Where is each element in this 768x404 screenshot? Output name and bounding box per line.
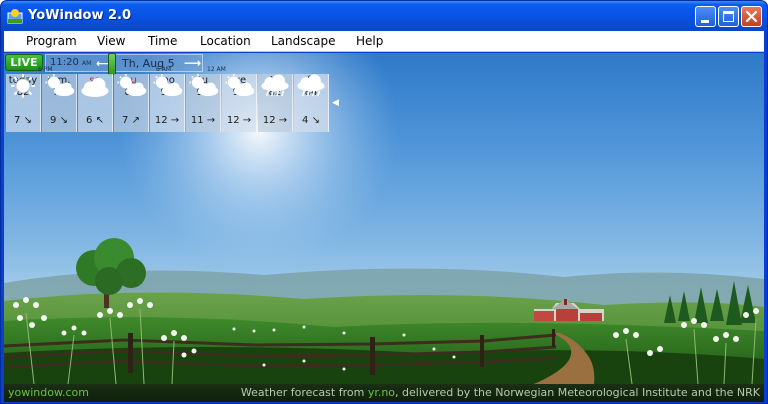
menu-landscape[interactable]: Landscape xyxy=(271,34,335,48)
close-button[interactable] xyxy=(741,6,762,27)
status-bar: yowindow.com Weather forecast from yr.no… xyxy=(4,384,764,402)
menu-view[interactable]: View xyxy=(97,34,125,48)
forecast-wind: 7 ↗ xyxy=(122,115,140,126)
forecast-wind: 11 → xyxy=(190,115,216,126)
forecast-day[interactable]: tu9311 → xyxy=(186,74,221,132)
forecast-wind: 12 → xyxy=(226,115,252,126)
cloud-rain-icon xyxy=(297,74,325,114)
collapse-arrow-icon[interactable]: ◀ xyxy=(332,98,342,112)
forecast-wind: 4 ↘ xyxy=(302,115,320,126)
forecast-wind: 7 ↘ xyxy=(14,115,32,126)
brand-link[interactable]: yowindow.com xyxy=(8,386,89,399)
menu-time[interactable]: Time xyxy=(148,34,177,48)
sun-icon xyxy=(11,74,35,114)
credit-text: Weather forecast from yr.no, delivered b… xyxy=(240,386,760,399)
minimize-icon xyxy=(701,20,709,23)
forecast-panel: today827 ↘tom.769 ↘sa726 ↖su807 ↗mo9012 … xyxy=(6,74,339,132)
sun-cloud-icon xyxy=(153,74,183,114)
arrow-right-icon[interactable]: ⟶ xyxy=(184,56,201,70)
forecast-day[interactable]: fr844 ↘ xyxy=(294,74,329,132)
maximize-button[interactable] xyxy=(718,6,739,27)
forecast-day[interactable]: su807 ↗ xyxy=(114,74,149,132)
menu-program[interactable]: Program xyxy=(26,34,77,48)
cloud-icon xyxy=(81,77,109,114)
maximize-icon xyxy=(723,11,734,22)
menu-location[interactable]: Location xyxy=(200,34,251,48)
app-window: YoWindow 2.0 Program View Time Location … xyxy=(0,0,768,404)
forecast-day[interactable]: mo9012 → xyxy=(150,74,185,132)
forecast-wind: 12 → xyxy=(262,115,288,126)
tick-label-6am: 6 AM xyxy=(156,66,172,73)
forecast-day[interactable]: sa726 ↖ xyxy=(78,74,113,132)
forecast-day[interactable]: tom.769 ↘ xyxy=(42,74,77,132)
tick-label-6pm: 6 PM xyxy=(38,66,53,73)
close-icon xyxy=(745,10,758,23)
current-time: 11:20 AM xyxy=(50,57,92,68)
sun-cloud-icon xyxy=(225,74,255,114)
forecast-wind: 6 ↖ xyxy=(86,115,104,126)
time-slider-handle[interactable] xyxy=(108,53,116,75)
window-title: YoWindow 2.0 xyxy=(28,8,132,23)
cloud-rain-icon xyxy=(261,74,289,114)
yowindow-app-icon xyxy=(7,9,23,24)
forecast-wind: 12 → xyxy=(154,115,180,126)
minimize-button[interactable] xyxy=(695,6,716,27)
title-bar[interactable]: YoWindow 2.0 xyxy=(1,1,767,31)
time-slider[interactable]: 11:20 AM ⟵ Th, Aug 5 ⟶ xyxy=(45,53,203,75)
menu-help[interactable]: Help xyxy=(356,34,383,48)
yr-link[interactable]: yr.no xyxy=(368,386,395,399)
tick-label-12am: 12 AM xyxy=(207,66,226,73)
sun-cloud-icon xyxy=(45,74,75,114)
forecast-day[interactable]: today827 ↘ xyxy=(6,74,41,132)
menu-bar: Program View Time Location Landscape Hel… xyxy=(4,31,764,52)
moon-icon xyxy=(515,74,531,95)
sun-cloud-icon xyxy=(189,74,219,114)
sun-cloud-icon xyxy=(117,74,147,114)
weather-scene[interactable]: LIVE 11:20 AM ⟵ Th, Aug 5 ⟶ 6 PM 6 AM 12… xyxy=(4,53,764,384)
forecast-wind: 9 ↘ xyxy=(50,115,68,126)
forecast-day[interactable]: we9312 → xyxy=(222,74,257,132)
forecast-day[interactable]: th8212 → xyxy=(258,74,293,132)
